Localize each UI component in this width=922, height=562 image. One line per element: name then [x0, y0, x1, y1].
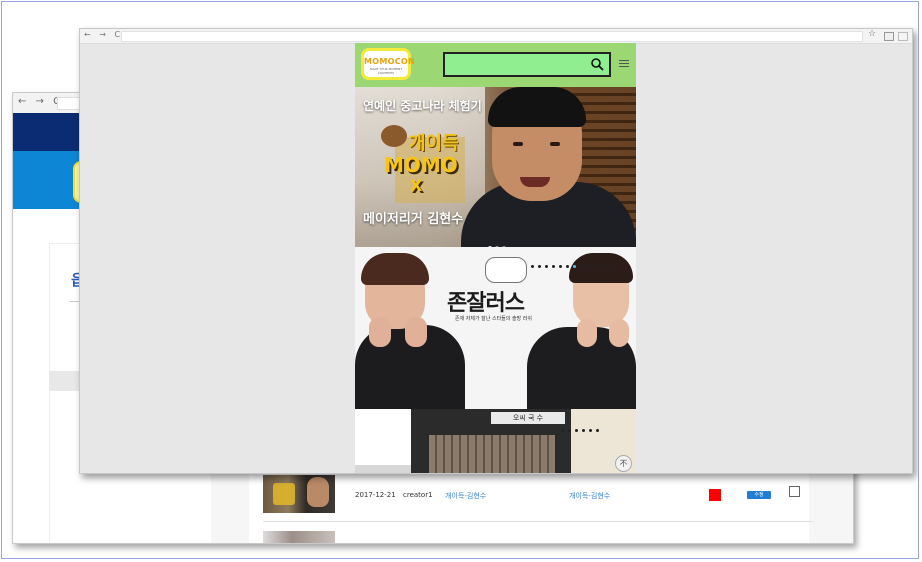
banner-3-shelf: [429, 435, 555, 473]
banner-1-title-line2: MOMO: [384, 153, 458, 177]
banner-1-eye: [513, 142, 523, 146]
banner-2-title: 존잘러스: [447, 291, 525, 316]
pagination-dot[interactable]: [538, 265, 541, 268]
foreground-address-bar[interactable]: [121, 31, 863, 42]
hamburger-menu-icon[interactable]: [619, 60, 629, 69]
next-row-thumbnail[interactable]: [263, 531, 335, 543]
scroll-to-top-button[interactable]: 不: [615, 455, 632, 472]
banner-slide-3[interactable]: 오씨 국 수 不: [355, 409, 636, 473]
dog-mascot-icon: [381, 125, 407, 147]
search-input[interactable]: [447, 56, 587, 73]
banner-2-left-hand: [369, 317, 391, 347]
banner-2-pagination: [531, 253, 615, 272]
pagination-dot[interactable]: [566, 265, 569, 268]
row-edit-button[interactable]: 수정: [747, 491, 771, 499]
banner-1-top-caption: 연예인 중고나라 체험기: [363, 99, 482, 113]
logo-text: MOMOCON: [364, 57, 415, 66]
row-creator: creator1: [403, 491, 433, 499]
banner-2-subtitle: 존재 자체가 잘난 스타들의 솔방 러쉬: [455, 316, 532, 322]
extension-icon[interactable]: [884, 32, 894, 41]
banner-1-title-line1: 개이득: [409, 133, 459, 154]
pagination-dot[interactable]: [531, 265, 534, 268]
row-title-link[interactable]: 개이득-김현수: [445, 491, 486, 501]
pagination-dot[interactable]: [587, 265, 590, 268]
pagination-dot[interactable]: [573, 265, 576, 268]
menu-icon[interactable]: [898, 32, 908, 41]
screenshot-frame: ← → C 읍 2017-12-21 creator1 개이득-김현수 개이득-…: [1, 1, 919, 559]
banner-3-white-panel: [355, 409, 411, 465]
row-title-link-2[interactable]: 개이득-김현수: [569, 491, 610, 501]
logo-subtitle: MAKE YOUR MOMENT CONTENTS: [369, 67, 403, 75]
search-icon[interactable]: [590, 57, 604, 72]
pagination-dot[interactable]: [580, 265, 583, 268]
thumbnail-face: [307, 477, 329, 507]
foreground-browser-window: ← → C ☆ MOMOCON MAKE YOUR MOMENT CONTENT…: [79, 28, 913, 474]
pagination-dot[interactable]: [561, 429, 564, 432]
pagination-dot[interactable]: [596, 429, 599, 432]
banner-2-right-hand: [577, 319, 597, 347]
pagination-dot[interactable]: [552, 265, 555, 268]
row-thumbnail[interactable]: [263, 475, 335, 513]
banner-1-eye: [550, 142, 560, 146]
banner-2-left-hand: [405, 317, 427, 347]
row-status-indicator: [709, 489, 721, 501]
banner-2-left-person-hair: [361, 253, 429, 285]
mobile-header: MOMOCON MAKE YOUR MOMENT CONTENTS: [355, 43, 636, 87]
row-checkbox[interactable]: [789, 486, 800, 497]
banner-1-person-hair: [488, 87, 586, 127]
banner-3-pagination: [561, 417, 603, 436]
search-box[interactable]: [443, 52, 611, 77]
banner-1-title-line3: X: [410, 176, 423, 195]
foreground-nav-buttons[interactable]: ← → C: [84, 30, 123, 39]
pagination-dot[interactable]: [594, 265, 597, 268]
banner-2-right-hand: [609, 319, 629, 347]
banner-3-store-sign: 오씨 국 수: [491, 412, 565, 424]
banner-slide-2[interactable]: 존잘러스 존재 자체가 잘난 스타들의 솔방 러쉬: [355, 247, 636, 409]
pagination-dot[interactable]: [575, 429, 578, 432]
banner-1-bottom-caption: 메이저리거 김현수: [363, 212, 464, 227]
thumbnail-logo: [273, 483, 295, 505]
row-divider: [263, 521, 813, 522]
pagination-dot[interactable]: [545, 265, 548, 268]
row-date: 2017-12-21: [355, 491, 396, 499]
pagination-dot[interactable]: [589, 429, 592, 432]
mobile-viewport: MOMOCON MAKE YOUR MOMENT CONTENTS 연예인 중고…: [355, 43, 636, 473]
bookmark-star-icon[interactable]: ☆: [868, 29, 876, 39]
foreground-browser-toolbar: ← → C ☆: [80, 29, 912, 44]
pagination-dot[interactable]: [559, 265, 562, 268]
pagination-dot[interactable]: [608, 265, 611, 268]
pagination-dot[interactable]: [601, 265, 604, 268]
table-row: 2017-12-21 creator1 개이득-김현수 개이득-김현수 수정: [263, 475, 813, 515]
admin-divider: [69, 301, 79, 302]
banner-slide-1[interactable]: 연예인 중고나라 체험기 개이득 MOMO X 메이저리거 김현수: [355, 87, 636, 247]
banner-2-sketch-illustration: [485, 257, 527, 283]
pagination-dot[interactable]: [568, 429, 571, 432]
pagination-dot[interactable]: [582, 429, 585, 432]
momocon-logo[interactable]: MOMOCON MAKE YOUR MOMENT CONTENTS: [361, 48, 415, 80]
banner-1-pagination: [488, 235, 509, 247]
